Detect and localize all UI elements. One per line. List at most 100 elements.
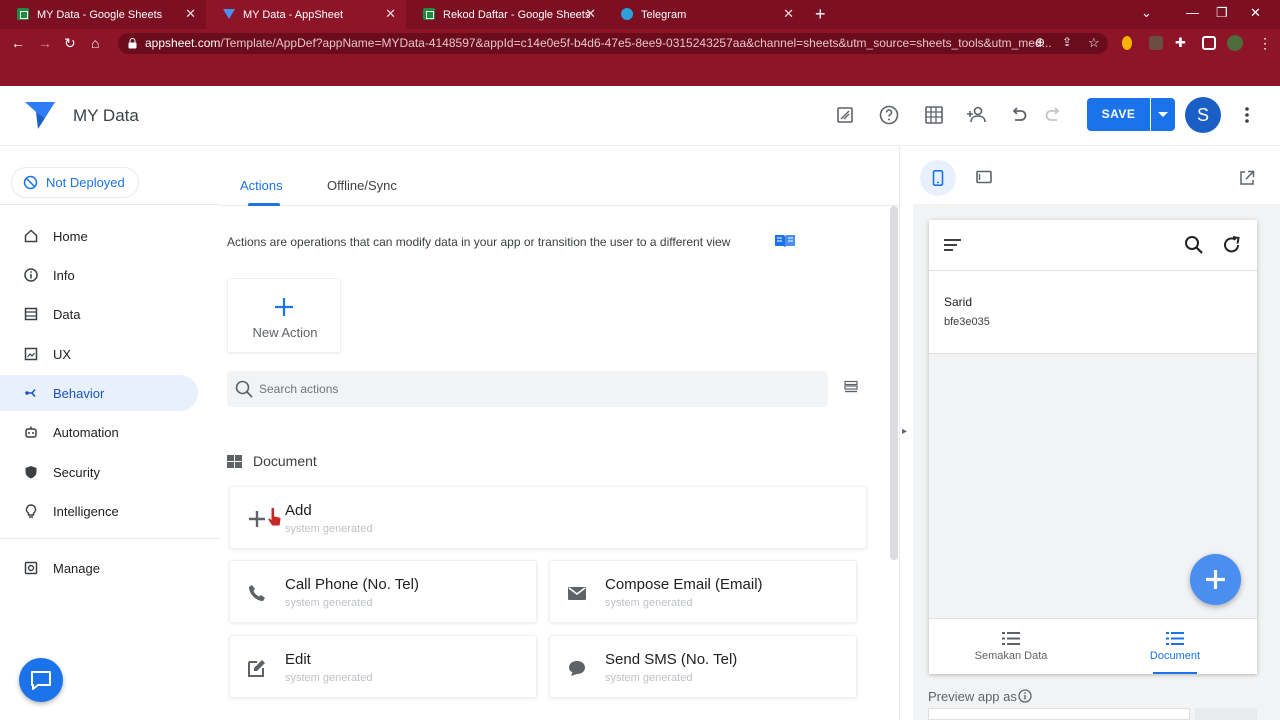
chevron-right-icon[interactable]: ▸ — [902, 426, 907, 437]
app-title: MY Data — [73, 106, 139, 125]
action-card-add[interactable]: Add system generated — [229, 486, 867, 549]
sidebar-item-behavior[interactable]: Behavior — [0, 375, 198, 411]
action-title: Compose Email (Email) — [605, 576, 763, 593]
save-options-dropdown[interactable] — [1151, 98, 1175, 131]
close-icon[interactable]: ✕ — [783, 6, 794, 22]
redo-icon[interactable] — [1043, 104, 1065, 126]
bookmark-star-icon[interactable]: ☆ — [1088, 35, 1100, 51]
tab-actions[interactable]: Actions — [240, 178, 283, 193]
tab-search-icon[interactable]: ⌄ — [1141, 5, 1152, 21]
browser-tab[interactable]: Rekod Daftar - Google Sheets ✕ — [406, 0, 606, 29]
preview-as-apply-button[interactable] — [1195, 708, 1257, 720]
close-icon[interactable]: ✕ — [585, 6, 596, 22]
action-card-compose-email[interactable]: Compose Email (Email) system generated — [549, 560, 857, 623]
maximize-icon[interactable]: ❐ — [1216, 5, 1228, 21]
manage-icon — [24, 561, 38, 575]
tab-offline-sync[interactable]: Offline/Sync — [327, 178, 397, 193]
telegram-icon — [621, 8, 633, 20]
preview-as-user-field[interactable] — [928, 708, 1190, 720]
forward-icon[interactable]: → — [38, 35, 52, 51]
plus-icon — [1206, 570, 1225, 589]
undo-icon[interactable] — [1007, 104, 1029, 126]
action-subtitle: system generated — [605, 597, 693, 609]
phone-icon — [249, 585, 265, 601]
sidebar-item-automation[interactable]: Automation — [0, 414, 198, 450]
sidepanel-icon[interactable] — [1202, 36, 1216, 50]
chat-support-button[interactable] — [19, 658, 63, 702]
sidebar-item-label: Data — [53, 307, 81, 322]
home-icon[interactable]: ⌂ — [91, 35, 99, 51]
panel-resize-handle[interactable]: ▸ — [899, 146, 913, 720]
sidebar-item-security[interactable]: Security — [0, 454, 198, 490]
ux-icon — [24, 347, 38, 361]
plus-icon — [275, 298, 293, 316]
list-icon — [1166, 632, 1184, 645]
nav-semakan-data[interactable]: Semakan Data — [929, 619, 1093, 674]
extension-icon[interactable] — [1122, 36, 1132, 50]
action-card-call-phone[interactable]: Call Phone (No. Tel) system generated — [229, 560, 537, 623]
refresh-icon[interactable] — [1222, 235, 1242, 255]
new-action-button[interactable]: New Action — [227, 278, 341, 353]
sidebar-item-intelligence[interactable]: Intelligence — [0, 493, 198, 529]
deploy-status-chip[interactable]: Not Deployed — [12, 168, 138, 197]
extensions-puzzle-icon[interactable]: ✚ — [1175, 35, 1186, 51]
sidebar-item-manage[interactable]: Manage — [0, 550, 198, 586]
browser-tab-strip: MY Data - Google Sheets ✕ MY Data - AppS… — [0, 0, 1280, 29]
reload-icon[interactable]: ↻ — [64, 35, 76, 52]
tablet-preview-button[interactable] — [965, 160, 1001, 196]
smartphone-icon — [932, 170, 944, 186]
not-deployed-icon — [23, 175, 38, 190]
section-header-document: Document — [227, 453, 317, 469]
deploy-status-label: Not Deployed — [46, 175, 125, 190]
help-icon[interactable] — [878, 104, 900, 126]
search-actions-field[interactable] — [227, 371, 828, 407]
new-tab-icon[interactable]: + — [815, 4, 826, 25]
new-action-label: New Action — [252, 325, 318, 340]
back-icon[interactable]: ← — [11, 35, 25, 51]
sidebar-item-label: Security — [53, 465, 100, 480]
window-close-icon[interactable]: ✕ — [1250, 5, 1261, 21]
profile-avatar-icon[interactable] — [1227, 35, 1243, 51]
add-record-button[interactable] — [1190, 554, 1241, 605]
more-vert-icon[interactable] — [1240, 104, 1254, 126]
mobile-preview-button[interactable] — [920, 160, 956, 196]
nav-document[interactable]: Document — [1093, 619, 1257, 674]
record-id: bfe3e035 — [944, 316, 990, 328]
browser-tab[interactable]: Telegram ✕ — [604, 0, 804, 29]
info-icon — [24, 268, 38, 282]
action-card-send-sms[interactable]: Send SMS (No. Tel) system generated — [549, 635, 857, 698]
sidebar-item-ux[interactable]: UX — [0, 336, 198, 372]
action-card-edit[interactable]: Edit system generated — [229, 635, 537, 698]
search-icon[interactable] — [1184, 235, 1204, 255]
avatar[interactable]: S — [1185, 97, 1221, 133]
browser-tab-active[interactable]: MY Data - AppSheet ✕ — [206, 0, 406, 29]
menu-icon[interactable] — [944, 238, 961, 252]
sidebar-item-home[interactable]: Home — [0, 218, 198, 254]
browser-menu-icon[interactable]: ⋮ — [1258, 35, 1272, 52]
table-icon[interactable] — [923, 104, 945, 126]
open-in-new-icon[interactable] — [1239, 170, 1255, 186]
sidebar-item-data[interactable]: Data — [0, 296, 198, 332]
scrollbar[interactable] — [890, 206, 898, 560]
save-button[interactable]: SAVE — [1087, 98, 1150, 131]
share-user-icon[interactable] — [966, 104, 988, 126]
url-field[interactable]: appsheet.com/Template/AppDef?appName=MYD… — [118, 33, 1108, 54]
list-item[interactable]: Sarid bfe3e035 — [929, 271, 1257, 354]
plus-icon — [249, 511, 265, 527]
list-view-icon[interactable] — [844, 380, 858, 394]
minimize-icon[interactable]: — — [1186, 5, 1199, 20]
zoom-icon[interactable]: ⊕ — [1035, 35, 1045, 49]
url-host: appsheet.com — [145, 36, 221, 50]
browser-tab[interactable]: MY Data - Google Sheets ✕ — [0, 0, 206, 29]
close-icon[interactable]: ✕ — [185, 6, 196, 22]
documentation-book-icon[interactable] — [774, 233, 796, 249]
info-icon[interactable] — [1018, 689, 1032, 703]
close-icon[interactable]: ✕ — [385, 6, 396, 22]
sidebar-item-label: UX — [53, 347, 72, 362]
sidebar-item-info[interactable]: Info — [0, 257, 198, 293]
extension-icon[interactable] — [1149, 36, 1163, 50]
share-icon[interactable]: ⇪ — [1062, 35, 1072, 49]
preview-edit-icon[interactable] — [834, 104, 856, 126]
search-input[interactable] — [259, 371, 819, 407]
sidebar-item-label: Info — [53, 268, 75, 283]
